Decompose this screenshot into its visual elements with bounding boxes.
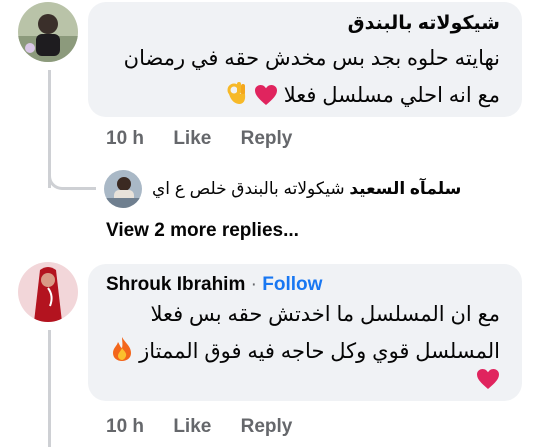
thread-line-comment2 [48,330,51,447]
comment-bubble: Shrouk Ibrahim · Follow مع ان المسلسل ما… [88,264,522,401]
follow-button[interactable]: Follow [262,274,322,295]
fire-icon [111,336,133,368]
comment-text-line: المسلسل قوي وكل حاجه فيه فوق الممتاز [139,340,500,363]
like-button[interactable]: Like [173,128,211,149]
reply-button[interactable]: Reply [241,416,293,437]
reply-author[interactable]: سلمآه السعيد [349,179,461,198]
reply-text: شيكولاته بالبندق خلص ع اي [152,179,345,198]
comment-text-line2-row: المسلسل قوي وكل حاجه فيه فوق الممتاز [111,336,500,368]
avatar[interactable] [18,262,78,322]
comment-text-line: نهايته حلوه بجد بس مخدش حقه في رمضان [123,47,500,70]
comment-actions: 10 h Like Reply [106,128,292,150]
comment-actions: 10 h Like Reply [106,416,292,438]
heart-icon [254,84,278,112]
comment-timestamp[interactable]: 10 h [106,128,144,149]
comment-text-line2-row: مع انه احلي مسلسل فعلا [226,80,500,112]
reply-button[interactable]: Reply [241,128,293,149]
avatar[interactable] [18,2,78,62]
comment-header: Shrouk Ibrahim · Follow [106,274,322,296]
ok-hand-icon [226,80,248,112]
view-more-replies-link[interactable]: View 2 more replies... [106,220,299,242]
reply-connector [48,168,96,190]
avatar[interactable] [104,170,142,208]
comment-timestamp[interactable]: 10 h [106,416,144,437]
like-button[interactable]: Like [173,416,211,437]
comment-text-line: مع ان المسلسل ما اخدتش حقه بس فعلا [150,303,500,326]
reply-preview[interactable]: سلمآه السعيد شيكولاته بالبندق خلص ع اي [152,179,461,199]
comment-text-line: مع انه احلي مسلسل فعلا [283,84,500,107]
comment-author[interactable]: شيكولاته بالبندق [348,12,500,35]
separator-dot: · [250,274,257,295]
heart-icon [476,368,500,395]
comment-author[interactable]: Shrouk Ibrahim [106,274,245,295]
comment-bubble: شيكولاته بالبندق نهايته حلوه بجد بس مخدش… [88,2,522,117]
